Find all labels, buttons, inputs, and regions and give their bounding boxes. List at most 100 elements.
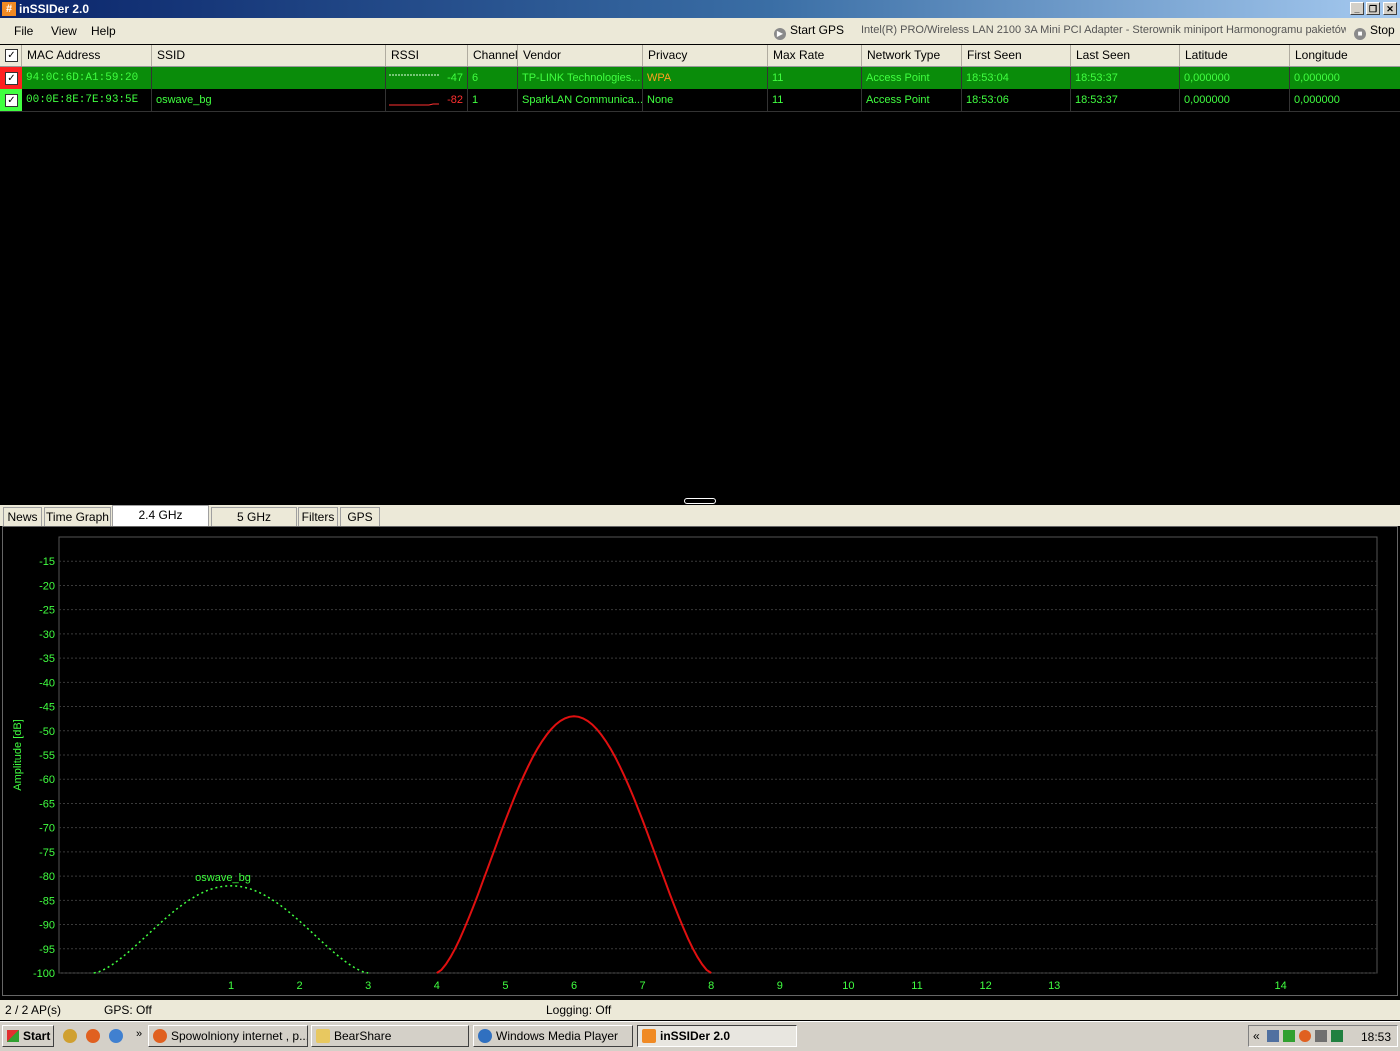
tab-24ghz-channels[interactable]: 2.4 GHz Channels bbox=[112, 505, 209, 541]
app-icon: # bbox=[2, 2, 16, 16]
stop-button[interactable]: ■ Stop bbox=[1354, 23, 1395, 40]
menu-file[interactable]: File bbox=[14, 24, 33, 38]
table-row[interactable]: ✓ 94:0C:6D:A1:59:20 -47 6 TP-LINK Techno… bbox=[0, 67, 1400, 89]
cell-ssid: oswave_bg bbox=[152, 89, 386, 111]
column-header-ssid[interactable]: SSID bbox=[152, 45, 386, 66]
tab-filters[interactable]: Filters bbox=[298, 507, 338, 526]
x-tick-label: 11 bbox=[911, 980, 922, 992]
column-header-latitude[interactable]: Latitude bbox=[1180, 45, 1290, 66]
minimize-button[interactable]: _ bbox=[1350, 2, 1364, 15]
tray-expand-icon[interactable]: « bbox=[1253, 1029, 1260, 1043]
column-header-max-rate[interactable]: Max Rate bbox=[768, 45, 862, 66]
y-tick-label: -15 bbox=[39, 556, 55, 568]
y-tick-label: -20 bbox=[39, 580, 55, 592]
cell-first-seen: 18:53:04 bbox=[962, 67, 1071, 89]
window-title: inSSIDer 2.0 bbox=[19, 2, 90, 16]
menu-bar: File View Help ▶ Start GPS Intel(R) PRO/W… bbox=[0, 18, 1400, 44]
table-row[interactable]: ✓ 00:0E:8E:7E:93:5E oswave_bg -82 1 Spar… bbox=[0, 89, 1400, 112]
cell-rssi: -47 bbox=[386, 67, 468, 89]
firefox-icon[interactable] bbox=[86, 1029, 100, 1043]
close-button[interactable]: ✕ bbox=[1383, 2, 1397, 15]
stop-icon: ■ bbox=[1354, 28, 1366, 40]
update-icon[interactable] bbox=[1299, 1030, 1311, 1042]
series-label: oswave_bg bbox=[195, 872, 251, 884]
cell-network-type: Access Point bbox=[862, 89, 962, 111]
cell-vendor: SparkLAN Communica... bbox=[518, 89, 643, 111]
network-icon[interactable] bbox=[1267, 1030, 1279, 1042]
table-header: ✓ MAC Address SSID RSSI Channel Vendor P… bbox=[0, 45, 1400, 67]
start-button[interactable]: Start bbox=[2, 1025, 54, 1047]
cell-longitude: 0,000000 bbox=[1294, 94, 1340, 106]
column-header-channel[interactable]: Channel bbox=[468, 45, 518, 66]
restore-button[interactable]: ❐ bbox=[1366, 2, 1380, 15]
taskbar-item-firefox[interactable]: Spowolniony internet , p... bbox=[148, 1025, 308, 1047]
x-tick-label: 5 bbox=[502, 980, 508, 992]
y-axis-label: Amplitude [dB] bbox=[12, 719, 24, 791]
tab-news[interactable]: News bbox=[3, 507, 42, 526]
status-bar: 2 / 2 AP(s) GPS: Off Logging: Off bbox=[0, 1000, 1400, 1020]
column-header-last-seen[interactable]: Last Seen bbox=[1071, 45, 1180, 66]
cell-channel: 1 bbox=[468, 89, 518, 111]
x-tick-label: 14 bbox=[1274, 980, 1286, 992]
status-ap-count: 2 / 2 AP(s) bbox=[5, 1003, 62, 1017]
start-gps-label: Start GPS bbox=[790, 23, 845, 37]
x-tick-label: 13 bbox=[1048, 980, 1060, 992]
column-header-network-type[interactable]: Network Type bbox=[862, 45, 962, 66]
taskbar-item-media-player[interactable]: Windows Media Player bbox=[473, 1025, 633, 1047]
y-tick-label: -60 bbox=[39, 774, 55, 786]
channel-chart: -15 -20 -25 -30 -35 -40 -45 -50 -55 -60 -65 -70 -75 -… bbox=[12, 536, 1378, 992]
select-all-checkbox[interactable]: ✓ bbox=[0, 45, 22, 66]
x-tick-label: 1 bbox=[228, 980, 234, 992]
status-logging: Logging: Off bbox=[546, 1003, 612, 1017]
taskbar-item-label: BearShare bbox=[334, 1029, 392, 1043]
rssi-value: -82 bbox=[447, 94, 463, 106]
quicklaunch-chevron-icon[interactable]: » bbox=[136, 1028, 142, 1040]
cell-longitude: 0,000000 bbox=[1294, 72, 1340, 84]
menu-view[interactable]: View bbox=[51, 24, 77, 38]
tab-gps[interactable]: GPS bbox=[340, 507, 380, 526]
clock: 18:53 bbox=[1360, 1030, 1391, 1044]
wireless-icon[interactable] bbox=[1283, 1030, 1295, 1042]
channel-chart-panel: -15 -20 -25 -30 -35 -40 -45 -50 -55 -60 -65 -70 -75 -… bbox=[2, 526, 1398, 996]
x-tick-label: 12 bbox=[979, 980, 991, 992]
folder-icon bbox=[316, 1029, 330, 1043]
cell-first-seen: 18:53:06 bbox=[962, 89, 1071, 111]
y-tick-label: -95 bbox=[39, 944, 55, 956]
adapter-select[interactable]: Intel(R) PRO/Wireless LAN 2100 3A Mini P… bbox=[861, 24, 1346, 36]
row-color-checkbox[interactable]: ✓ bbox=[0, 67, 22, 89]
taskbar-item-inssider[interactable]: inSSIDer 2.0 bbox=[637, 1025, 797, 1047]
column-header-mac[interactable]: MAC Address bbox=[22, 45, 152, 66]
cell-last-seen: 18:53:37 bbox=[1071, 89, 1180, 111]
status-gps: GPS: Off bbox=[104, 1003, 152, 1017]
menu-help[interactable]: Help bbox=[91, 24, 116, 38]
splitter-handle[interactable] bbox=[684, 498, 716, 504]
y-tick-label: -40 bbox=[39, 677, 55, 689]
antivirus-icon[interactable] bbox=[1331, 1030, 1343, 1042]
firefox-icon bbox=[153, 1029, 167, 1043]
column-header-privacy[interactable]: Privacy bbox=[643, 45, 768, 66]
internet-explorer-icon[interactable] bbox=[109, 1029, 123, 1043]
column-header-vendor[interactable]: Vendor bbox=[518, 45, 643, 66]
display-icon[interactable] bbox=[1315, 1030, 1327, 1042]
start-gps-button[interactable]: ▶ Start GPS bbox=[774, 23, 844, 40]
taskbar-item-bearshare[interactable]: BearShare bbox=[311, 1025, 469, 1047]
y-tick-label: -65 bbox=[39, 798, 55, 810]
y-tick-label: -50 bbox=[39, 726, 55, 738]
quicklaunch-app-icon[interactable] bbox=[63, 1029, 77, 1043]
row-color-checkbox[interactable]: ✓ bbox=[0, 89, 22, 111]
x-tick-label: 2 bbox=[297, 980, 303, 992]
inssider-icon bbox=[642, 1029, 656, 1043]
rssi-sparkline bbox=[389, 74, 439, 76]
column-header-first-seen[interactable]: First Seen bbox=[962, 45, 1071, 66]
column-header-longitude[interactable]: Longitude bbox=[1290, 45, 1400, 66]
column-header-rssi[interactable]: RSSI bbox=[386, 45, 468, 66]
cell-latitude: 0,000000 bbox=[1180, 89, 1290, 111]
y-tick-label: -30 bbox=[39, 629, 55, 641]
cell-max-rate: 11 bbox=[768, 89, 862, 111]
tab-time-graph[interactable]: Time Graph bbox=[44, 507, 111, 526]
tab-5ghz-channels[interactable]: 5 GHz Channels bbox=[211, 507, 297, 543]
rssi-sparkline bbox=[389, 103, 439, 106]
cell-mac: 94:0C:6D:A1:59:20 bbox=[22, 67, 152, 89]
cell-max-rate: 11 bbox=[768, 67, 862, 89]
start-label: Start bbox=[23, 1029, 51, 1043]
